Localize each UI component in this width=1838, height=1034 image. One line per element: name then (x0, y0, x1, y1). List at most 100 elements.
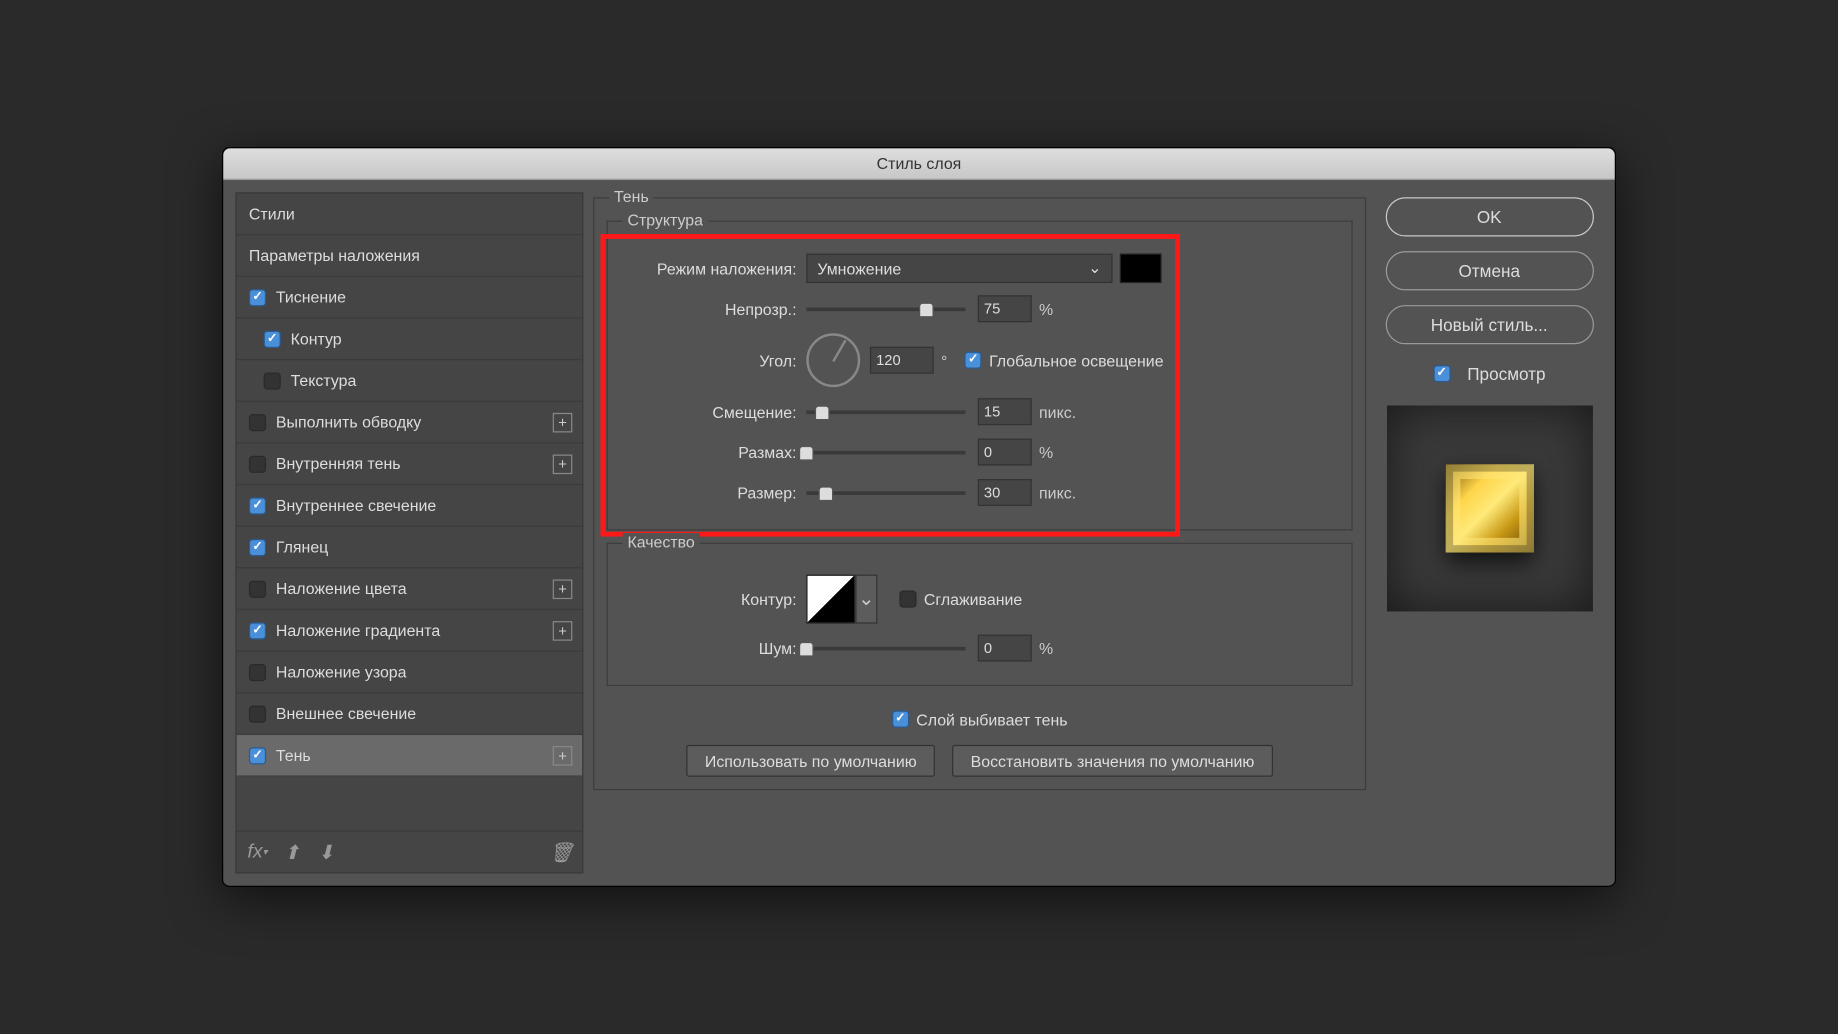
add-instance-icon[interactable]: + (553, 579, 573, 599)
antialias-checkbox[interactable] (899, 591, 916, 608)
checkbox[interactable] (249, 455, 266, 472)
global-light-checkbox[interactable] (965, 352, 982, 369)
opacity-slider[interactable] (806, 298, 965, 320)
sidebar-item-texture[interactable]: Текстура (237, 360, 582, 402)
checkbox[interactable] (249, 663, 266, 680)
angle-label: Угол: (623, 351, 807, 369)
size-slider[interactable] (806, 481, 965, 503)
group-shadow: Тень Структура Режим наложения: Умножени… (593, 197, 1366, 790)
checkbox[interactable] (249, 747, 266, 764)
label: Внешнее свечение (276, 704, 416, 722)
layer-style-dialog: Стиль слоя Стили Параметры наложения Тис… (222, 147, 1616, 887)
shadow-color-swatch[interactable] (1120, 254, 1162, 283)
opacity-input[interactable] (978, 295, 1032, 322)
offset-input[interactable] (978, 398, 1032, 425)
label: Наложение градиента (276, 621, 440, 639)
sidebar-item-bevel[interactable]: Тиснение (237, 277, 582, 319)
preview-checkbox[interactable] (1433, 365, 1450, 382)
make-default-button[interactable]: Использовать по умолчанию (687, 745, 936, 777)
sidebar-item-outer-glow[interactable]: Внешнее свечение (237, 693, 582, 735)
spread-slider[interactable] (806, 441, 965, 463)
sidebar-item-color-overlay[interactable]: Наложение цвета + (237, 568, 582, 610)
preview-toggle[interactable]: Просмотр (1433, 364, 1546, 384)
checkbox[interactable] (249, 580, 266, 597)
label: Тиснение (276, 288, 346, 306)
preview-thumbnail (1386, 406, 1592, 612)
sidebar-item-contour[interactable]: Контур (237, 319, 582, 361)
add-instance-icon[interactable]: + (553, 454, 573, 474)
label: Текстура (291, 371, 357, 389)
noise-input[interactable] (978, 635, 1032, 662)
label: Контур (291, 330, 342, 348)
contour-dropdown-arrow[interactable]: ⌄ (855, 575, 877, 624)
checkbox[interactable] (249, 289, 266, 306)
sidebar-item-pattern-overlay[interactable]: Наложение узора (237, 652, 582, 694)
unit: пикс. (1039, 483, 1076, 501)
checkbox[interactable] (249, 622, 266, 639)
angle-input[interactable] (870, 347, 934, 374)
checkbox[interactable] (249, 413, 266, 430)
sidebar-item-stroke[interactable]: Выполнить обводку + (237, 402, 582, 444)
add-instance-icon[interactable]: + (553, 621, 573, 641)
unit: % (1039, 443, 1053, 461)
offset-slider[interactable] (806, 401, 965, 423)
contour-picker[interactable] (806, 575, 855, 624)
dialog-body: Стили Параметры наложения Тиснение Конту… (223, 180, 1615, 886)
sidebar-styles[interactable]: Стили (237, 194, 582, 236)
chevron-down-icon: ⌄ (1088, 259, 1101, 279)
label: Стили (249, 205, 295, 223)
sidebar-item-satin[interactable]: Глянец (237, 527, 582, 569)
contour-label: Контур: (623, 590, 807, 608)
opacity-label: Непрозр.: (623, 300, 807, 318)
styles-sidebar: Стили Параметры наложения Тиснение Конту… (235, 192, 583, 873)
unit: % (1039, 300, 1053, 318)
add-instance-icon[interactable]: + (553, 412, 573, 432)
label: Наложение узора (276, 663, 407, 681)
checkbox[interactable] (264, 372, 281, 389)
move-down-icon[interactable]: ⬇ (315, 841, 337, 863)
angle-dial[interactable] (806, 333, 860, 387)
blend-mode-label: Режим наложения: (623, 259, 807, 277)
size-label: Размер: (623, 483, 807, 501)
move-up-icon[interactable]: ⬆ (281, 841, 303, 863)
knockout-checkbox[interactable] (892, 711, 909, 728)
sidebar-footer: fx▾ ⬆ ⬇ 🗑 (237, 831, 582, 873)
blend-mode-dropdown[interactable]: Умножение⌄ (806, 254, 1112, 283)
checkbox[interactable] (249, 538, 266, 555)
sidebar-item-inner-shadow[interactable]: Внутренняя тень+ (237, 444, 582, 486)
spread-input[interactable] (978, 439, 1032, 466)
global-light-label: Глобальное освещение (989, 351, 1163, 369)
label: Внутреннее свечение (276, 496, 436, 514)
group-label: Структура (623, 211, 708, 229)
checkbox[interactable] (249, 497, 266, 514)
label: Тень (276, 746, 311, 764)
unit: пикс. (1039, 402, 1076, 420)
sidebar-item-gradient-overlay[interactable]: Наложение градиента + (237, 610, 582, 652)
actions-panel: OK Отмена Новый стиль... Просмотр (1376, 192, 1603, 873)
group-structure: Структура Режим наложения: Умножение⌄ Не… (607, 221, 1353, 531)
reset-default-button[interactable]: Восстановить значения по умолчанию (952, 745, 1273, 777)
checkbox[interactable] (264, 330, 281, 347)
sidebar-item-inner-glow[interactable]: Внутреннее свечение (237, 485, 582, 527)
label: Наложение цвета (276, 579, 407, 597)
preview-swatch (1445, 464, 1533, 552)
knockout-label: Слой выбивает тень (916, 710, 1067, 728)
sidebar-blending-options[interactable]: Параметры наложения (237, 235, 582, 277)
trash-icon[interactable]: 🗑 (550, 841, 572, 863)
settings-panel: Тень Структура Режим наложения: Умножени… (593, 192, 1366, 873)
dialog-title: Стиль слоя (223, 148, 1615, 180)
antialias-label: Сглаживание (924, 590, 1022, 608)
sidebar-item-drop-shadow[interactable]: Тень + (237, 735, 582, 777)
unit: ° (941, 351, 947, 369)
add-instance-icon[interactable]: + (553, 745, 573, 765)
ok-button[interactable]: OK (1385, 197, 1593, 236)
label: Выполнить обводку (276, 413, 421, 431)
spread-label: Размах: (623, 443, 807, 461)
fx-menu-icon[interactable]: fx▾ (246, 841, 268, 863)
unit: % (1039, 639, 1053, 657)
noise-slider[interactable] (806, 637, 965, 659)
size-input[interactable] (978, 479, 1032, 506)
checkbox[interactable] (249, 705, 266, 722)
new-style-button[interactable]: Новый стиль... (1385, 305, 1593, 344)
cancel-button[interactable]: Отмена (1385, 251, 1593, 290)
